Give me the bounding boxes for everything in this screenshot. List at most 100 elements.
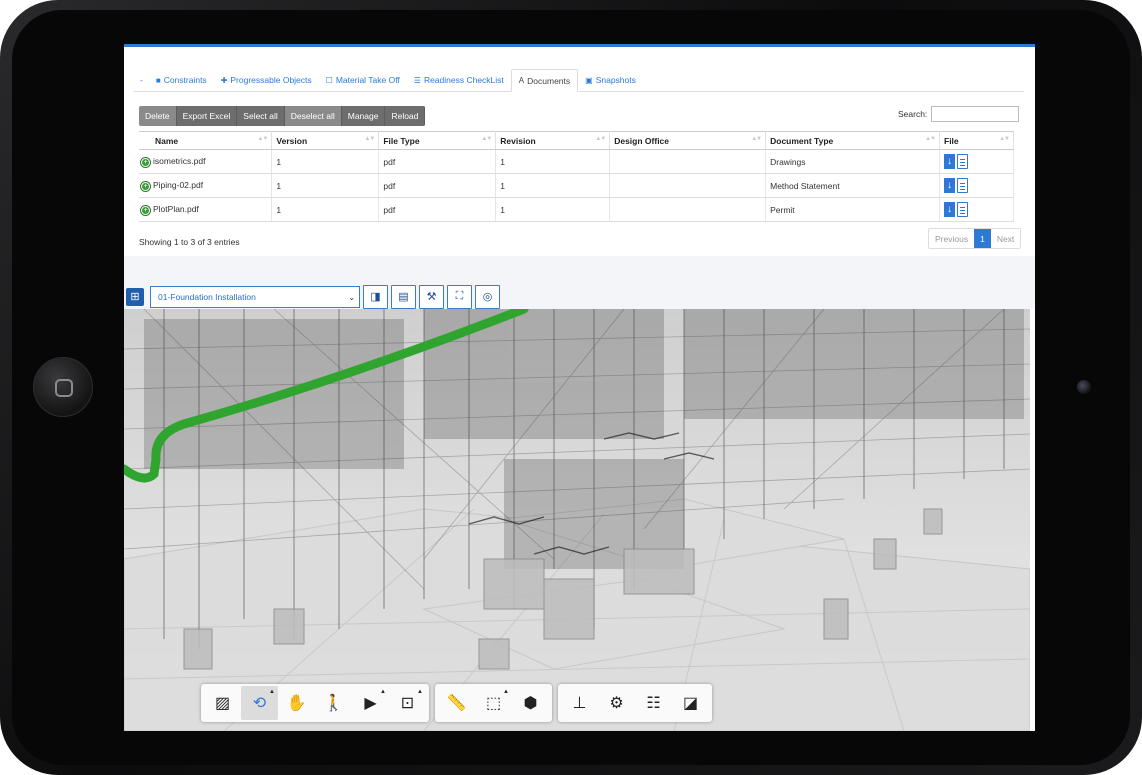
download-icon[interactable]: ↓	[944, 178, 955, 193]
deselect-all-button[interactable]: Deselect all	[284, 106, 342, 126]
cell-design-office	[609, 149, 767, 174]
model-tree-icon[interactable]: ⊥	[561, 686, 598, 720]
model-select-value: 01-Foundation Installation	[158, 291, 256, 302]
model-viewer-3d[interactable]: ▨ ⟲ ▲ ✋ 🚶 ▶ ▲ ⊡ ▲ 📏 ⬚ ▲ ⬢ ⊥ ⚙ ☷ ◪	[124, 309, 1030, 731]
home-button[interactable]	[33, 357, 93, 417]
table-row[interactable]: + PlotPlan.pdf 1 pdf 1 Permit ↓	[139, 197, 1014, 222]
col-document-type[interactable]: Document Type ▲▼	[765, 131, 940, 150]
table-header-row: Name ▲▼ Version ▲▼ File Type ▲▼ Revision ▲▼ …	[139, 131, 1014, 150]
search-input[interactable]	[931, 106, 1020, 122]
expand-row-icon[interactable]: +	[141, 181, 150, 191]
gavel-icon[interactable]: ⚒	[419, 284, 444, 309]
section-box-icon[interactable]: ▨	[204, 686, 241, 720]
col-file-type[interactable]: File Type ▲▼	[378, 131, 497, 150]
col-version[interactable]: Version ▲▼	[271, 131, 380, 150]
cell-file: ↓	[939, 197, 1014, 222]
tab-snapshots[interactable]: ▣ Snapshots	[578, 69, 643, 91]
cell-document-type: Drawings	[765, 149, 940, 174]
puzzle-icon: ✚	[220, 75, 228, 85]
cell-version: 1	[271, 149, 380, 174]
list-icon: ☰	[413, 75, 421, 85]
cell-file-type: pdf	[378, 173, 497, 198]
fullscreen-icon[interactable]: ◪	[672, 686, 709, 720]
cell-name: + Piping-02.pdf	[139, 173, 273, 198]
text-format-icon: A	[518, 76, 525, 85]
gear-icon[interactable]: ⚙	[598, 686, 635, 720]
hide-eye-icon[interactable]: ◎	[475, 284, 500, 309]
tab-documents[interactable]: A Documents	[510, 69, 579, 92]
sort-icon: ▲▼	[364, 136, 375, 142]
sort-icon: ▲▼	[751, 136, 762, 142]
view-document-icon[interactable]	[957, 154, 968, 169]
export-excel-button[interactable]: Export Excel	[176, 106, 238, 126]
sort-icon: ▲▼	[999, 136, 1010, 142]
cell-file-type: pdf	[378, 197, 497, 222]
submenu-triangle-icon: ▲	[380, 689, 386, 695]
select-all-button[interactable]: Select all	[237, 106, 285, 126]
reload-button[interactable]: Reload	[385, 106, 426, 126]
pagination: Previous 1 Next	[928, 228, 1022, 249]
tab-collapse[interactable]: -	[134, 69, 149, 91]
cell-revision: 1	[495, 197, 611, 222]
trash-list-icon[interactable]: ▤	[391, 284, 416, 309]
cell-document-type: Method Statement	[765, 173, 940, 198]
manage-button[interactable]: Manage	[341, 106, 386, 126]
pan-hand-icon[interactable]: ✋	[278, 686, 315, 720]
submenu-triangle-icon: ▲	[269, 689, 275, 695]
tab-material-take-off[interactable]: ☐ Material Take Off	[319, 69, 407, 91]
view-document-icon[interactable]	[957, 178, 968, 193]
view-document-icon[interactable]	[957, 202, 968, 217]
download-icon[interactable]: ↓	[944, 154, 955, 169]
fit-view-icon[interactable]: ⛶	[447, 284, 472, 309]
chevron-down-icon: ⌄	[348, 292, 355, 302]
col-design-office[interactable]: Design Office ▲▼	[609, 131, 767, 150]
col-name[interactable]: Name ▲▼	[139, 131, 273, 150]
tab-bar: - ■ Constraints ✚ Progressable Objects ☐ Ma…	[134, 69, 1024, 92]
page-1-button[interactable]: 1	[974, 229, 991, 248]
model-select[interactable]: 01-Foundation Installation ⌄	[150, 285, 360, 308]
cell-revision: 1	[495, 173, 611, 198]
table-row[interactable]: + Piping-02.pdf 1 pdf 1 Method Statement …	[139, 173, 1014, 198]
delete-button[interactable]: Delete	[139, 106, 177, 126]
next-page-button[interactable]: Next	[990, 229, 1021, 248]
previous-page-button[interactable]: Previous	[929, 229, 975, 248]
model-toolbar: ⊞ 01-Foundation Installation ⌄ ◨ ▤ ⚒ ⛶ ◎	[126, 284, 500, 309]
image-icon: ▣	[585, 75, 593, 85]
cell-revision: 1	[495, 149, 611, 174]
orbit-icon[interactable]: ⟲ ▲	[241, 686, 278, 720]
col-revision[interactable]: Revision ▲▼	[495, 131, 611, 150]
measure-ruler-icon[interactable]: 📏	[438, 686, 475, 720]
tab-constraints[interactable]: ■ Constraints	[149, 69, 214, 91]
properties-icon[interactable]: ☷	[635, 686, 672, 720]
document-icon: ☐	[325, 75, 333, 85]
download-icon[interactable]: ↓	[944, 202, 955, 217]
cube-icon[interactable]: ⬢	[512, 686, 549, 720]
table-row[interactable]: + isometrics.pdf 1 pdf 1 Drawings ↓	[139, 149, 1014, 174]
documents-table: Name ▲▼ Version ▲▼ File Type ▲▼ Revision ▲▼ …	[139, 131, 1014, 222]
home-icon	[55, 379, 73, 397]
search-label: Search:	[898, 109, 928, 119]
submenu-triangle-icon: ▲	[503, 689, 509, 695]
square-icon: ■	[155, 75, 161, 85]
tab-readiness-checklist[interactable]: ☰ Readiness CheckList	[407, 69, 511, 91]
explode-cube-icon[interactable]: ⬚ ▲	[475, 686, 512, 720]
expand-row-icon[interactable]: +	[141, 157, 150, 167]
zoom-window-icon[interactable]: ⊡ ▲	[389, 686, 426, 720]
sort-icon: ▲▼	[595, 136, 606, 142]
nav-group-view: ▨ ⟲ ▲ ✋ 🚶 ▶ ▲ ⊡ ▲	[201, 684, 429, 722]
walk-person-icon[interactable]: 🚶	[315, 686, 352, 720]
cell-document-type: Permit	[765, 197, 940, 222]
nav-group-measure: 📏 ⬚ ▲ ⬢	[435, 684, 552, 722]
table-info: Showing 1 to 3 of 3 entries	[139, 237, 240, 247]
add-model-icon[interactable]: ⊞	[126, 287, 144, 306]
model-render	[124, 309, 1030, 731]
camera-icon[interactable]: ▶ ▲	[352, 686, 389, 720]
tab-progressable-objects[interactable]: ✚ Progressable Objects	[214, 69, 319, 91]
expand-row-icon[interactable]: +	[141, 205, 150, 215]
submenu-triangle-icon: ▲	[417, 689, 423, 695]
window-icon[interactable]: ◨	[363, 284, 388, 309]
cell-file: ↓	[939, 173, 1014, 198]
cell-version: 1	[271, 173, 380, 198]
cell-name: + PlotPlan.pdf	[139, 197, 273, 222]
col-file[interactable]: File ▲▼	[939, 131, 1014, 150]
